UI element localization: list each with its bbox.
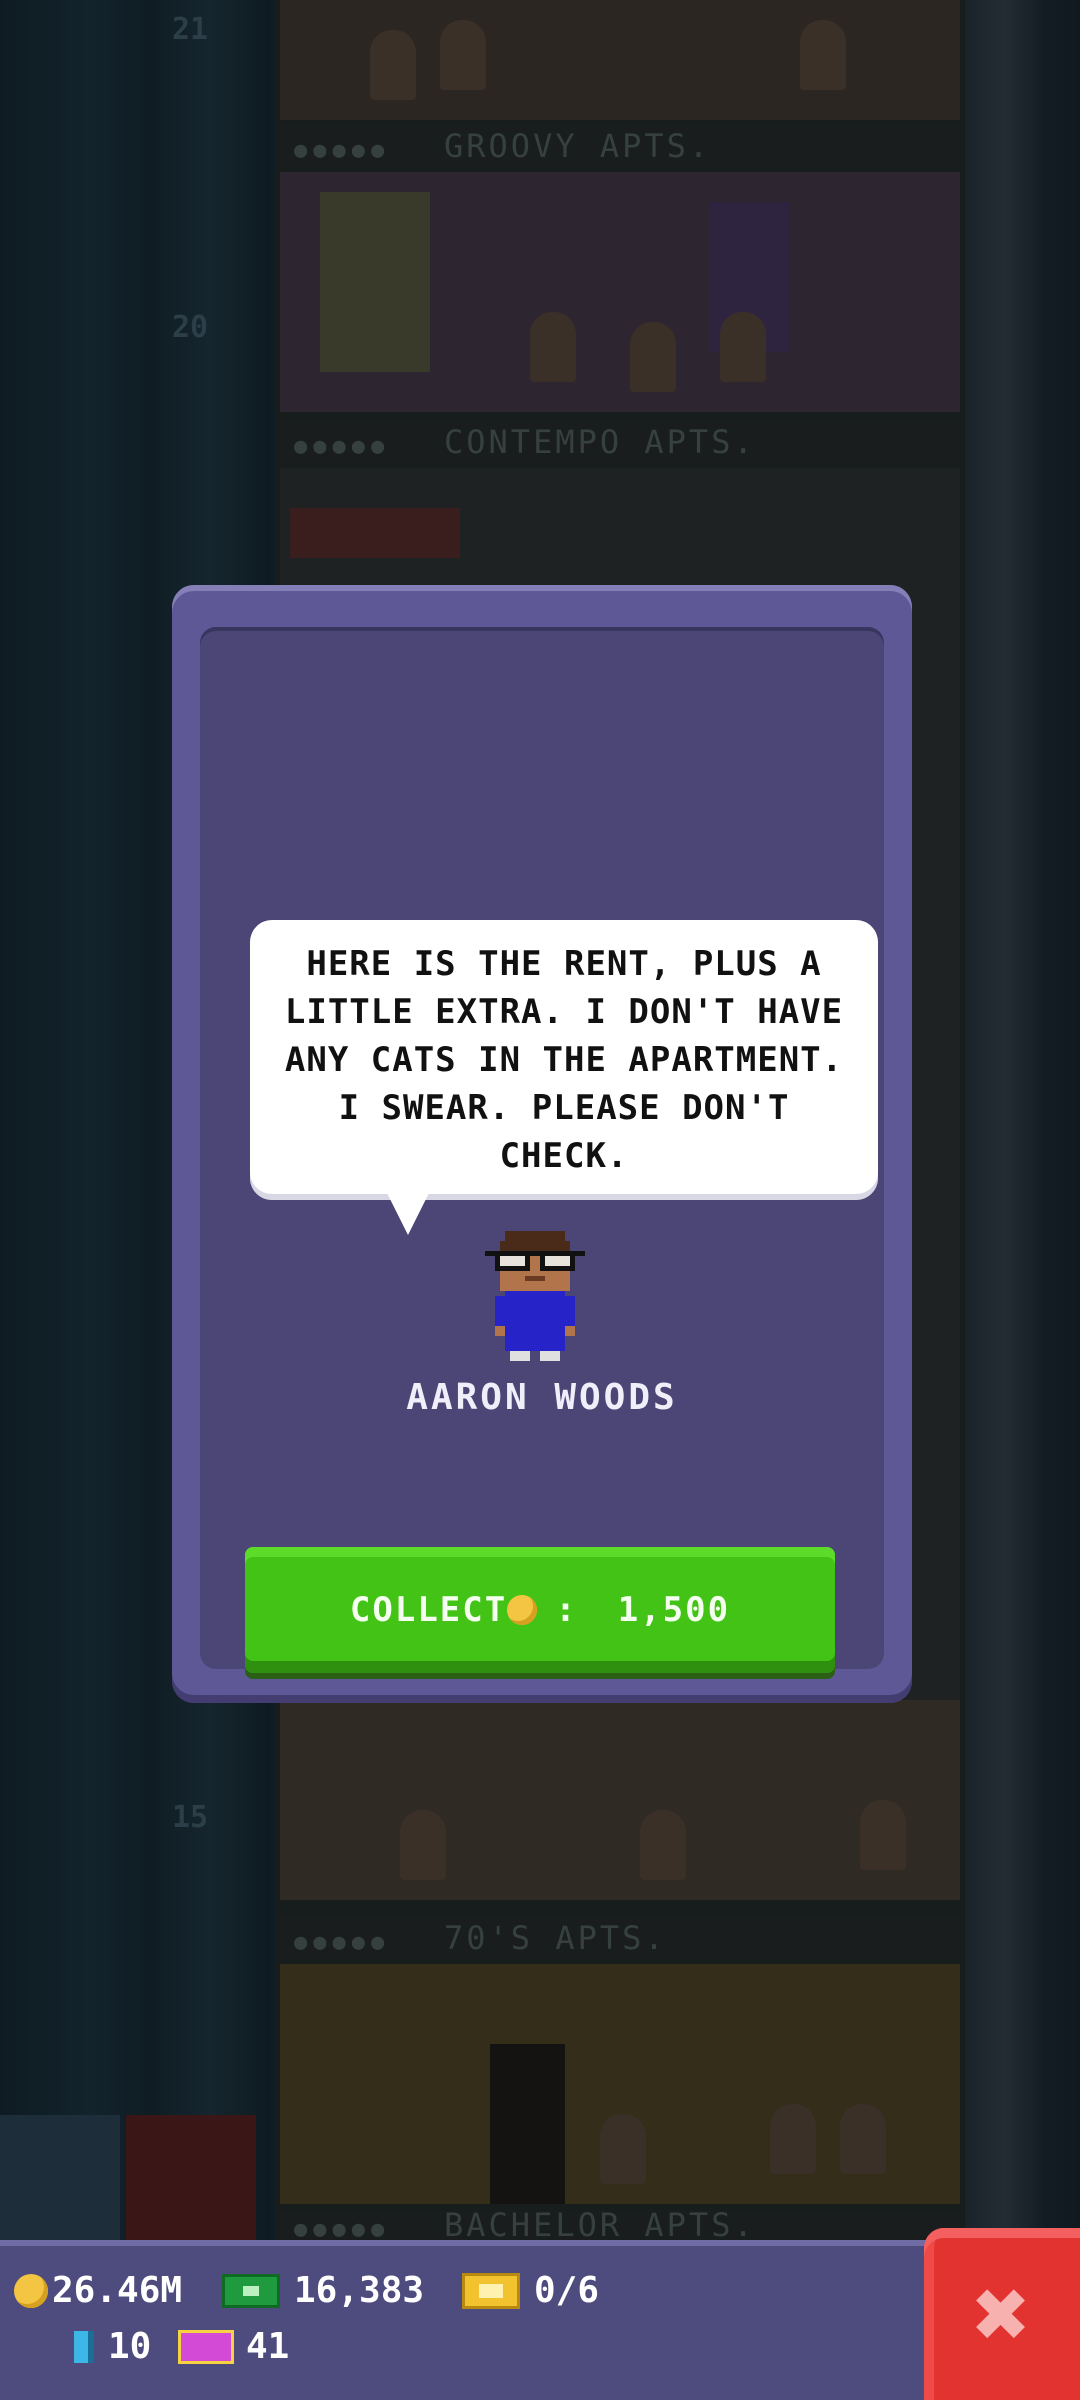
resident-silhouette (630, 322, 676, 392)
collect-separator: : (555, 1590, 578, 1630)
close-button[interactable]: ✖ (924, 2228, 1080, 2400)
bux-value: 10 (108, 2326, 152, 2367)
collect-amount: 1,500 (617, 1590, 731, 1630)
cash-counter[interactable]: 16,383 (222, 2270, 424, 2311)
resident-silhouette (860, 1800, 906, 1870)
peace-poster (320, 192, 430, 372)
coins-counter[interactable]: 26.46M (14, 2270, 182, 2311)
bitizen-bux-icon (74, 2330, 94, 2363)
tower-floor[interactable] (280, 0, 960, 120)
speech-bubble: HERE IS THE RENT, PLUS A LITTLE EXTRA. I… (250, 920, 878, 1200)
elevator-door (490, 2044, 565, 2204)
rent-dialog: HERE IS THE RENT, PLUS A LITTLE EXTRA. I… (172, 585, 912, 1703)
tower-floor[interactable] (280, 1964, 960, 2204)
resident-silhouette (600, 2114, 646, 2184)
resident-silhouette (640, 1810, 686, 1880)
tickets-value: 0/6 (534, 2270, 600, 2311)
resident-silhouette (440, 20, 486, 90)
resident-silhouette (720, 312, 766, 382)
wall-stripe (290, 508, 460, 558)
bux-cash-icon (222, 2273, 280, 2308)
resident-name: AARON WOODS (406, 1377, 678, 1418)
coins-value: 26.46M (52, 2270, 183, 2311)
cash-value: 16,383 (294, 2270, 425, 2311)
speech-text: HERE IS THE RENT, PLUS A LITTLE EXTRA. I… (284, 944, 844, 1176)
wrench-tool-button[interactable] (0, 2115, 120, 2240)
elevator-updown-button[interactable] (126, 2115, 256, 2240)
rent-dialog-panel: HERE IS THE RENT, PLUS A LITTLE EXTRA. I… (200, 627, 884, 1673)
coin-icon (507, 1595, 538, 1625)
speech-bubble-tail (386, 1191, 430, 1235)
tower-floor[interactable] (280, 172, 960, 412)
floor-label: ●●●●● BACHELOR APTS. (280, 2209, 960, 2242)
collect-label: COLLECT (349, 1590, 508, 1630)
floor-label: ●●●●● CONTEMPO APTS. (280, 420, 960, 464)
resident-silhouette (370, 30, 416, 100)
floor-number: 21 (171, 12, 209, 47)
floor-label: ●●●●● 70'S APTS. (280, 1916, 960, 1960)
tower-floor[interactable] (280, 1700, 960, 1900)
tickets-counter[interactable]: 0/6 (462, 2270, 599, 2311)
resident-avatar (485, 1231, 585, 1361)
elevator-tools[interactable] (0, 2115, 260, 2240)
vip-counter[interactable]: 41 (178, 2326, 289, 2367)
ticket-icon (462, 2272, 520, 2309)
floor-label: ●●●●● GROOVY APTS. (280, 124, 960, 168)
resident-silhouette (400, 1810, 446, 1880)
collect-button[interactable]: COLLECT : 1,500 (245, 1547, 835, 1673)
resident-silhouette (840, 2104, 886, 2174)
floor-number: 20 (171, 310, 209, 345)
coin-icon (14, 2273, 48, 2308)
close-x-icon: ✖ (973, 2258, 1031, 2370)
resident-silhouette (530, 312, 576, 382)
resource-hud: 26.46M 16,383 0/6 10 41 (0, 2240, 1080, 2400)
bux-counter[interactable]: 10 (74, 2326, 151, 2367)
vip-icon (178, 2329, 234, 2364)
vip-value: 41 (246, 2326, 290, 2367)
floor-number: 15 (171, 1800, 209, 1835)
resident-silhouette (800, 20, 846, 90)
resident-silhouette (770, 2104, 816, 2174)
right-building-facade (965, 0, 1080, 2240)
